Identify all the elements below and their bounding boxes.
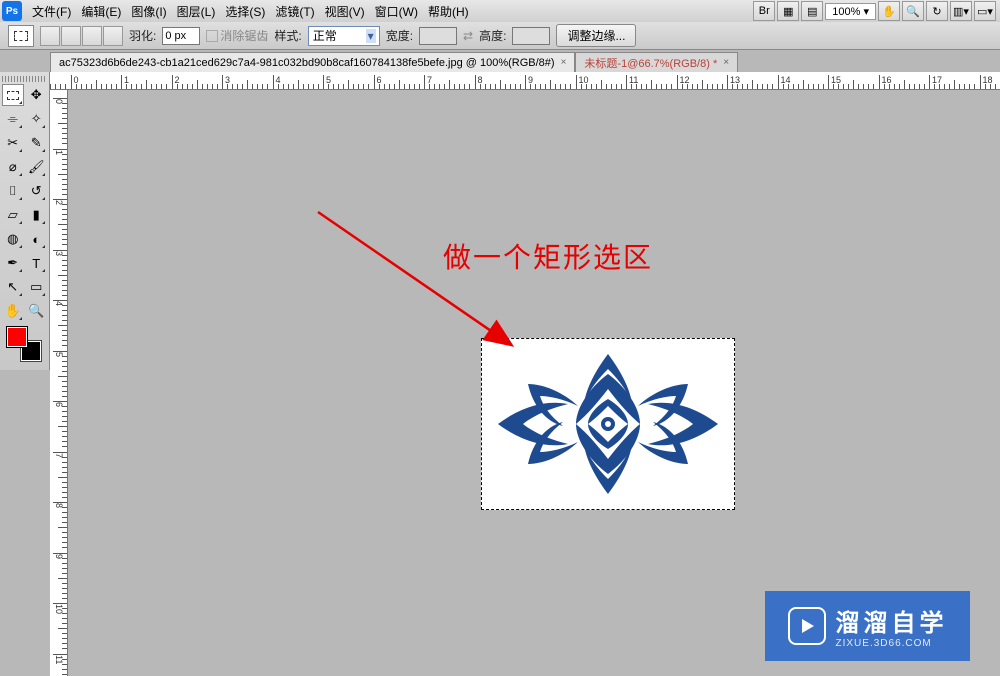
arrange-docs-button[interactable]: ▥▾ bbox=[950, 1, 972, 21]
document-tabs: ac75323d6b6de243-cb1a21ced629c7a4-981c03… bbox=[0, 50, 1000, 72]
eraser-tool[interactable]: ▱ bbox=[2, 204, 24, 226]
menu-image[interactable]: 图像(I) bbox=[127, 1, 170, 22]
magic-wand-tool[interactable]: ✧ bbox=[26, 108, 48, 130]
menu-help[interactable]: 帮助(H) bbox=[424, 1, 473, 22]
zoom-value: 100% bbox=[832, 6, 860, 18]
vertical-ruler[interactable]: 01234567891011 bbox=[50, 90, 68, 676]
brush-tool[interactable]: 🖌 bbox=[26, 156, 48, 178]
horizontal-ruler[interactable]: 10123456789101112131415161718 bbox=[50, 72, 1000, 90]
tab-2-title: 未标题-1@66.7%(RGB/8) * bbox=[584, 55, 717, 71]
shape-tool[interactable]: ▭ bbox=[26, 276, 48, 298]
menu-items: 文件(F) 编辑(E) 图像(I) 图层(L) 选择(S) 滤镜(T) 视图(V… bbox=[28, 1, 473, 22]
tab-2-close-icon[interactable]: × bbox=[723, 57, 729, 68]
height-input[interactable] bbox=[512, 27, 550, 45]
menu-edit[interactable]: 编辑(E) bbox=[77, 1, 125, 22]
rotate-view-button[interactable]: ↻ bbox=[926, 1, 948, 21]
mode-add[interactable] bbox=[61, 26, 81, 46]
gradient-tool[interactable]: ▮ bbox=[26, 204, 48, 226]
watermark: 溜溜自学 ZIXUE.3D66.COM bbox=[765, 591, 970, 661]
toolbox: ✥ ⌯ ✧ ✂ ✎ ⌀ 🖌 ⌷ ↺ ▱ ▮ ◍ ◐ ✒ T ↖ ▭ ✋ 🔍 bbox=[0, 72, 50, 370]
tab-document-1[interactable]: ac75323d6b6de243-cb1a21ced629c7a4-981c03… bbox=[50, 52, 575, 72]
selection-mode-group bbox=[40, 26, 123, 46]
watermark-url: ZIXUE.3D66.COM bbox=[836, 638, 948, 649]
refine-edge-button[interactable]: 调整边缘... bbox=[556, 24, 636, 47]
eyedropper-tool[interactable]: ✎ bbox=[26, 132, 48, 154]
history-brush-tool[interactable]: ↺ bbox=[26, 180, 48, 202]
crop-tool[interactable]: ✂ bbox=[2, 132, 24, 154]
style-value: 正常 bbox=[313, 27, 337, 44]
hand-tool-button[interactable]: ✋ bbox=[878, 1, 900, 21]
feather-label: 羽化: bbox=[129, 27, 156, 44]
hand-tool[interactable]: ✋ bbox=[2, 300, 24, 322]
height-label: 高度: bbox=[479, 27, 506, 44]
style-label: 样式: bbox=[274, 27, 301, 44]
zoom-level[interactable]: 100% ▾ bbox=[825, 3, 876, 20]
pen-tool[interactable]: ✒ bbox=[2, 252, 24, 274]
history-grid-button[interactable]: ▦ bbox=[777, 1, 799, 21]
clone-stamp-tool[interactable]: ⌷ bbox=[2, 180, 24, 202]
menu-layer[interactable]: 图层(L) bbox=[173, 1, 220, 22]
blur-tool[interactable]: ◍ bbox=[2, 228, 24, 250]
width-input[interactable] bbox=[419, 27, 457, 45]
style-select[interactable]: 正常 bbox=[308, 26, 380, 46]
feather-input[interactable] bbox=[162, 27, 200, 45]
watermark-title: 溜溜自学 bbox=[836, 603, 948, 638]
foreground-color-swatch[interactable] bbox=[6, 326, 28, 348]
marquee-selection[interactable] bbox=[481, 338, 735, 510]
lasso-tool[interactable]: ⌯ bbox=[2, 108, 24, 130]
mode-intersect[interactable] bbox=[103, 26, 123, 46]
path-selection-tool[interactable]: ↖ bbox=[2, 276, 24, 298]
menu-view[interactable]: 视图(V) bbox=[321, 1, 369, 22]
menu-file[interactable]: 文件(F) bbox=[28, 1, 75, 22]
marquee-tool[interactable] bbox=[2, 84, 24, 106]
view-extras-button[interactable]: ▤ bbox=[801, 1, 823, 21]
tab-1-title: ac75323d6b6de243-cb1a21ced629c7a4-981c03… bbox=[59, 57, 555, 69]
zoom-tool[interactable]: 🔍 bbox=[26, 300, 48, 322]
canvas-area[interactable] bbox=[68, 90, 1000, 676]
tab-1-close-icon[interactable]: × bbox=[561, 57, 567, 68]
tab-document-2[interactable]: 未标题-1@66.7%(RGB/8) * × bbox=[575, 52, 738, 72]
healing-brush-tool[interactable]: ⌀ bbox=[2, 156, 24, 178]
color-swatches bbox=[2, 326, 47, 366]
antialias-checkbox: 消除锯齿 bbox=[206, 27, 268, 44]
toolbox-grip[interactable] bbox=[2, 76, 47, 82]
width-label: 宽度: bbox=[386, 27, 413, 44]
type-tool[interactable]: T bbox=[26, 252, 48, 274]
current-tool-icon[interactable] bbox=[8, 25, 34, 47]
annotation-text: 做一个矩形选区 bbox=[443, 236, 653, 276]
menubar: Ps 文件(F) 编辑(E) 图像(I) 图层(L) 选择(S) 滤镜(T) 视… bbox=[0, 0, 1000, 22]
mode-new[interactable] bbox=[40, 26, 60, 46]
flower-graphic bbox=[488, 344, 728, 504]
menu-select[interactable]: 选择(S) bbox=[221, 1, 269, 22]
annotation-arrow bbox=[310, 204, 530, 354]
mode-subtract[interactable] bbox=[82, 26, 102, 46]
menu-window[interactable]: 窗口(W) bbox=[371, 1, 422, 22]
options-bar: 羽化: 消除锯齿 样式: 正常 宽度: ⇄ 高度: 调整边缘... bbox=[0, 22, 1000, 50]
menu-filter[interactable]: 滤镜(T) bbox=[271, 1, 318, 22]
screen-mode-button[interactable]: ▭▾ bbox=[974, 1, 996, 21]
move-tool[interactable]: ✥ bbox=[26, 84, 48, 106]
launch-bridge-button[interactable]: Br bbox=[753, 1, 775, 21]
watermark-play-icon bbox=[788, 607, 826, 645]
swap-dimensions-icon[interactable]: ⇄ bbox=[463, 29, 473, 43]
dodge-tool[interactable]: ◐ bbox=[26, 228, 48, 250]
antialias-label: 消除锯齿 bbox=[220, 27, 268, 44]
zoom-tool-button[interactable]: 🔍 bbox=[902, 1, 924, 21]
menu-right-controls: Br ▦ ▤ 100% ▾ ✋ 🔍 ↻ ▥▾ ▭▾ bbox=[753, 1, 1000, 21]
app-logo: Ps bbox=[2, 1, 22, 21]
